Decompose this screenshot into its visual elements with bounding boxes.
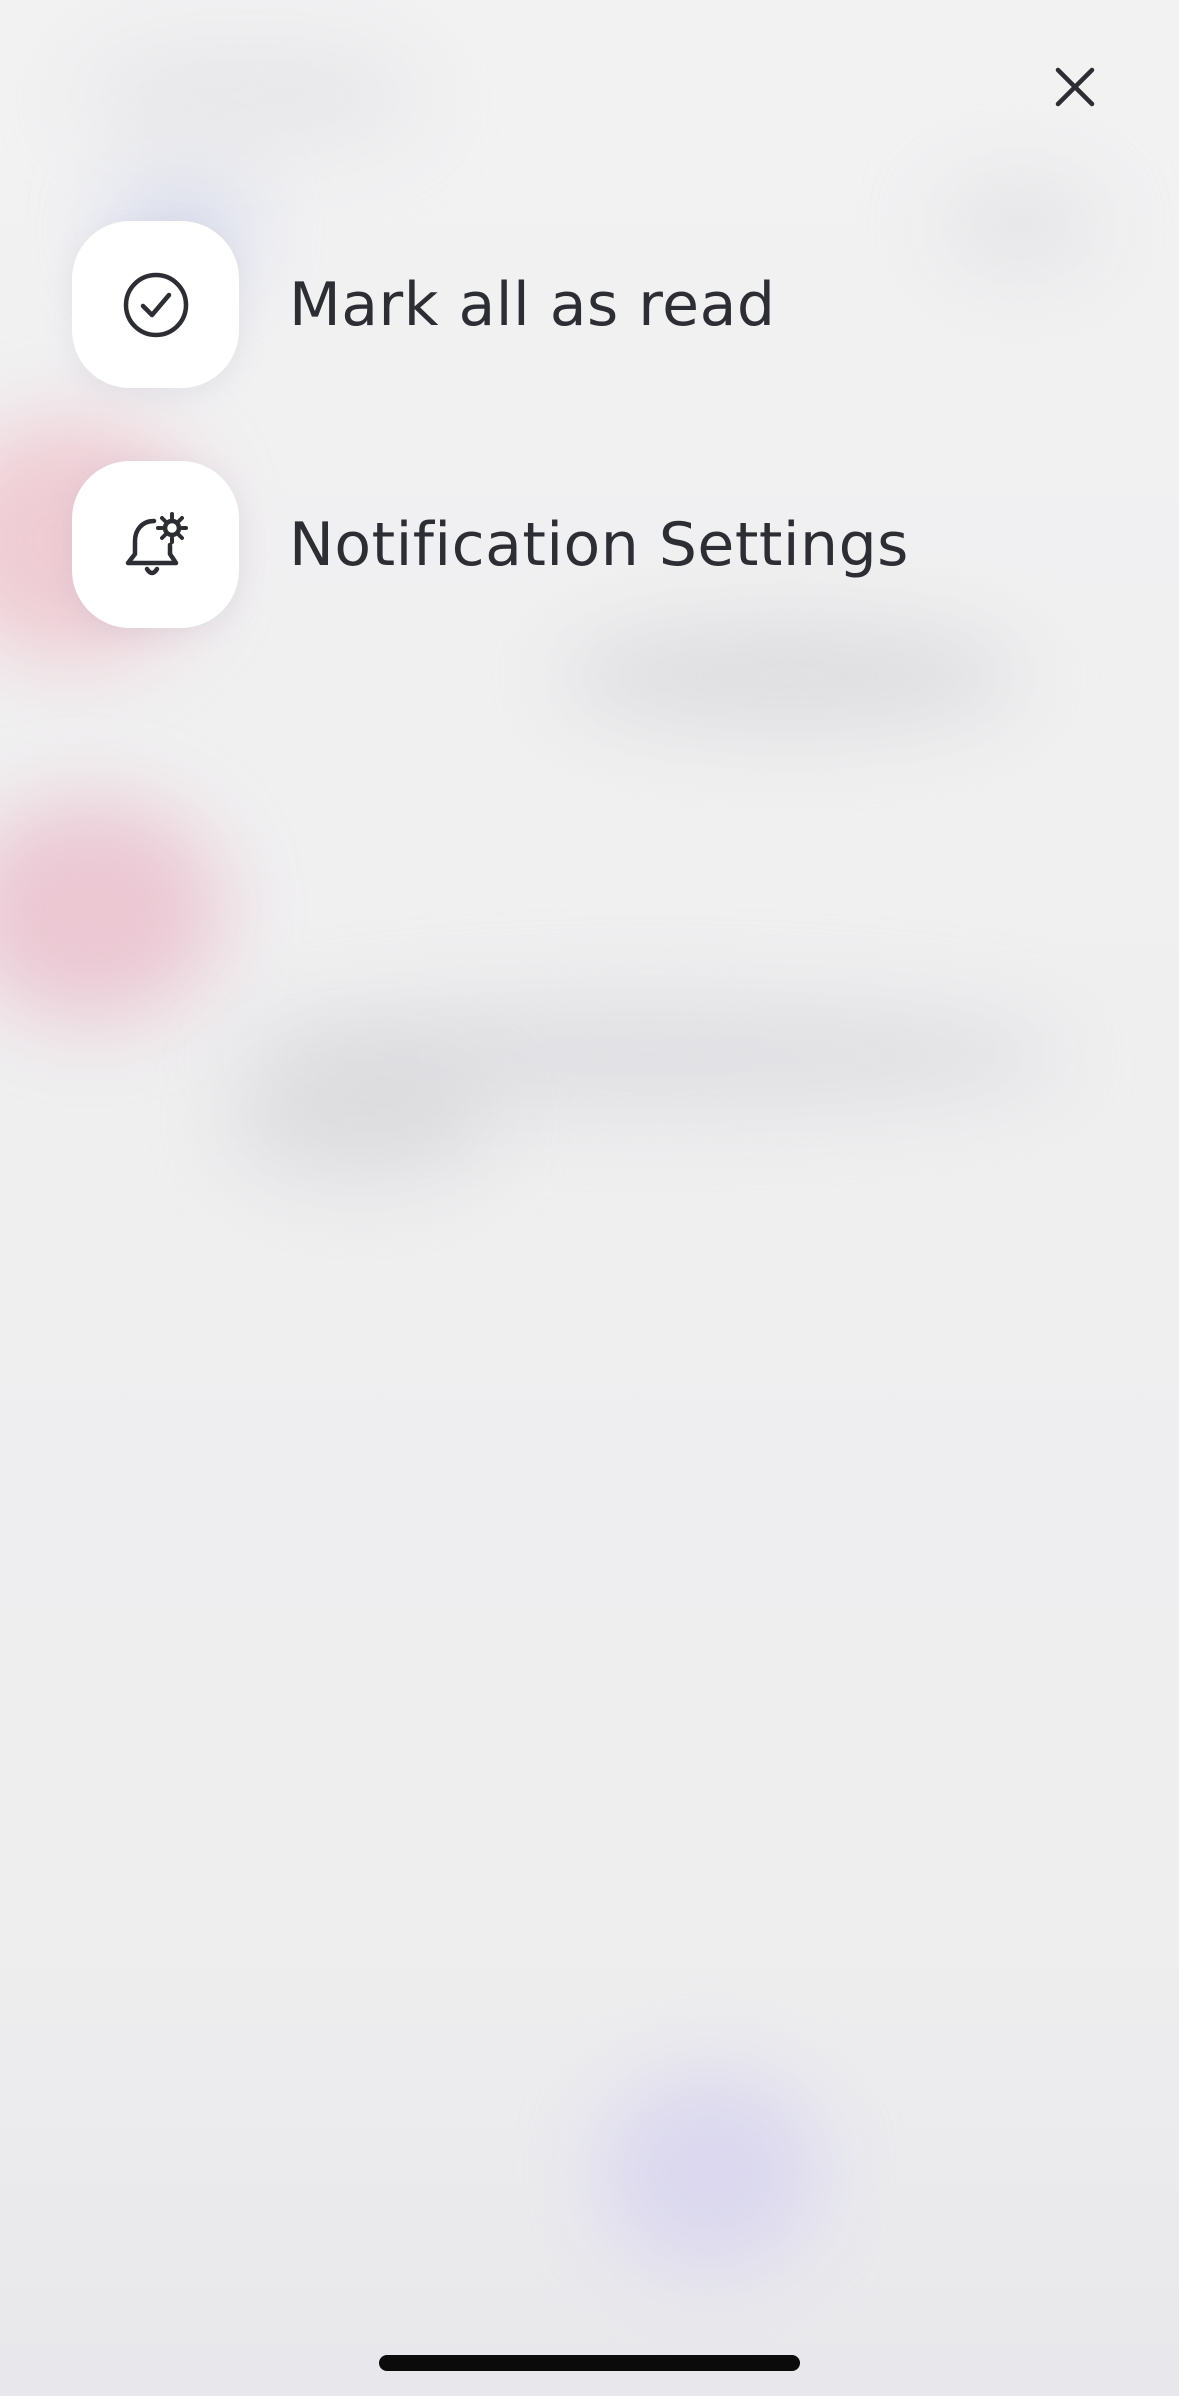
mark-all-read-label: Mark all as read: [289, 269, 776, 340]
bell-settings-icon: [125, 511, 188, 575]
background-blur-shape: [230, 1060, 490, 1180]
notification-settings-button[interactable]: Notification Settings: [72, 461, 1072, 628]
close-button[interactable]: [1040, 52, 1110, 122]
icon-tile: [72, 461, 239, 628]
close-icon: [1055, 67, 1095, 107]
notification-settings-label: Notification Settings: [289, 509, 909, 580]
background-blur-shape: [0, 800, 220, 1020]
mark-all-read-button[interactable]: Mark all as read: [72, 221, 1072, 388]
background-blur-shape: [600, 2070, 820, 2270]
check-circle-icon: [123, 272, 188, 337]
home-indicator[interactable]: [379, 2355, 800, 2371]
options-menu: Mark all as read Notification Settings: [72, 221, 1072, 701]
icon-tile: [72, 221, 239, 388]
background-blur-shape: [80, 40, 420, 150]
